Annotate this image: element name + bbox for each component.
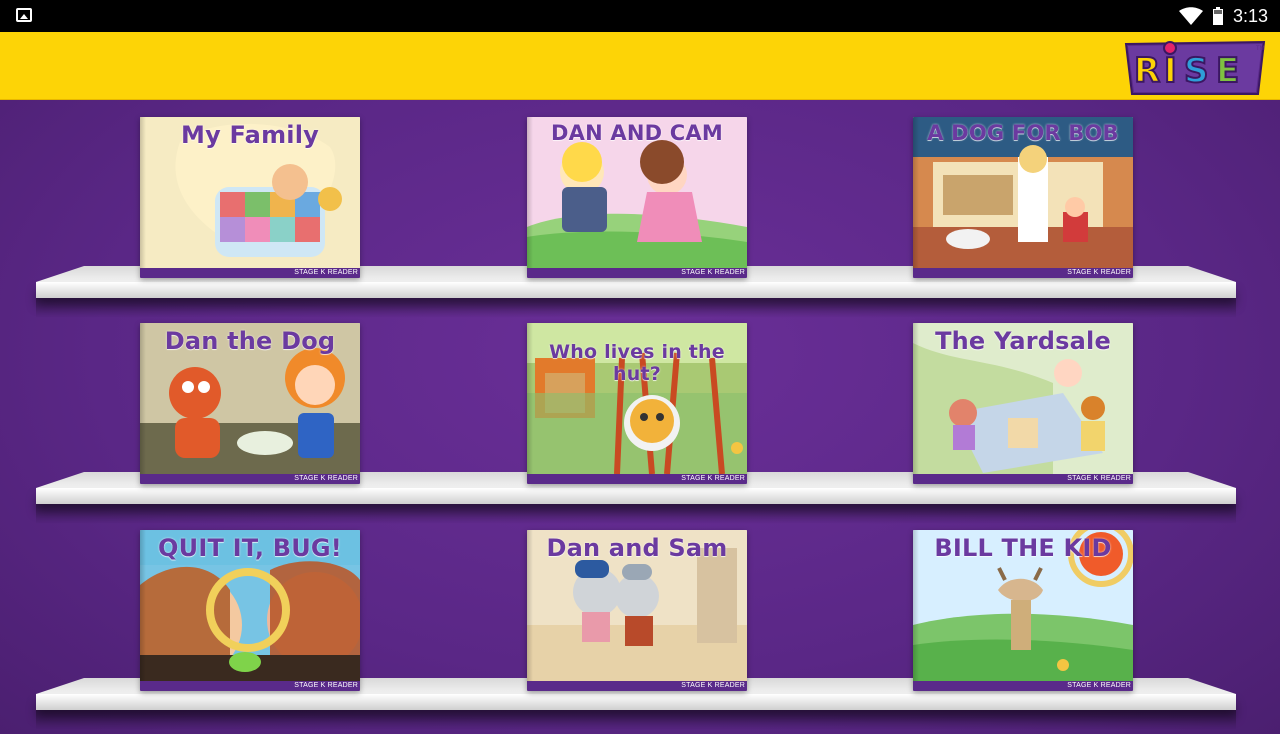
status-icons: 3:13: [1178, 0, 1268, 32]
stage-label: STAGE K READER: [294, 682, 358, 689]
wifi-icon: [1178, 7, 1203, 25]
book-dan-the-dog[interactable]: Dan the Dog STAGE K READER: [140, 323, 360, 484]
book-a-dog-for-bob[interactable]: A DOG FOR BOB STAGE K READER: [913, 117, 1133, 278]
book-who-lives-in-the-hut[interactable]: Who lives in the hut? STAGE K READER: [527, 323, 747, 484]
stage-band: STAGE K READER: [913, 268, 1133, 278]
stage-band: STAGE K READER: [140, 681, 360, 691]
book-title: A DOG FOR BOB: [927, 121, 1119, 145]
book-the-yardsale[interactable]: The Yardsale STAGE K READER: [913, 323, 1133, 484]
stage-band: STAGE K READER: [913, 681, 1133, 691]
stage-label: STAGE K READER: [1067, 475, 1131, 482]
book-title: DAN AND CAM: [551, 121, 723, 145]
battery-icon: [1212, 7, 1223, 25]
stage-label: STAGE K READER: [294, 475, 358, 482]
book-quit-it-bug[interactable]: QUIT IT, BUG! STAGE K READER: [140, 530, 360, 691]
image-icon: [16, 8, 32, 22]
book-title: The Yardsale: [935, 327, 1111, 355]
svg-text:TM: TM: [1256, 46, 1265, 52]
stage-label: STAGE K READER: [681, 269, 745, 276]
stage-band: STAGE K READER: [527, 474, 747, 484]
book-dan-and-cam[interactable]: DAN AND CAM STAGE K READER: [527, 117, 747, 278]
stage-label: STAGE K READER: [681, 475, 745, 482]
stage-label: STAGE K READER: [681, 682, 745, 689]
book-title: QUIT IT, BUG!: [158, 534, 342, 562]
svg-text:E: E: [1216, 51, 1239, 91]
rise-logo[interactable]: R I S E TM: [1118, 36, 1270, 96]
stage-label: STAGE K READER: [1067, 269, 1131, 276]
book-bill-the-kid[interactable]: BILL THE KID STAGE K READER: [913, 530, 1133, 691]
book-title: BILL THE KID: [934, 534, 1112, 562]
status-bar: 3:13: [0, 0, 1280, 32]
clock: 3:13: [1232, 5, 1268, 26]
stage-band: STAGE K READER: [913, 474, 1133, 484]
book-title: My Family: [181, 121, 319, 149]
stage-label: STAGE K READER: [1067, 682, 1131, 689]
app-header: [0, 32, 1280, 101]
stage-band: STAGE K READER: [140, 268, 360, 278]
book-title: Dan and Sam: [546, 534, 728, 562]
stage-band: STAGE K READER: [527, 268, 747, 278]
svg-text:R: R: [1134, 51, 1160, 91]
stage-label: STAGE K READER: [294, 269, 358, 276]
stage-band: STAGE K READER: [140, 474, 360, 484]
svg-text:S: S: [1184, 51, 1209, 91]
book-dan-and-sam[interactable]: Dan and Sam STAGE K READER: [527, 530, 747, 691]
svg-text:I: I: [1164, 51, 1177, 91]
book-my-family[interactable]: My Family STAGE K READER: [140, 117, 360, 278]
book-title: Who lives in the hut?: [549, 341, 725, 385]
stage-band: STAGE K READER: [527, 681, 747, 691]
book-title: Dan the Dog: [164, 327, 336, 355]
